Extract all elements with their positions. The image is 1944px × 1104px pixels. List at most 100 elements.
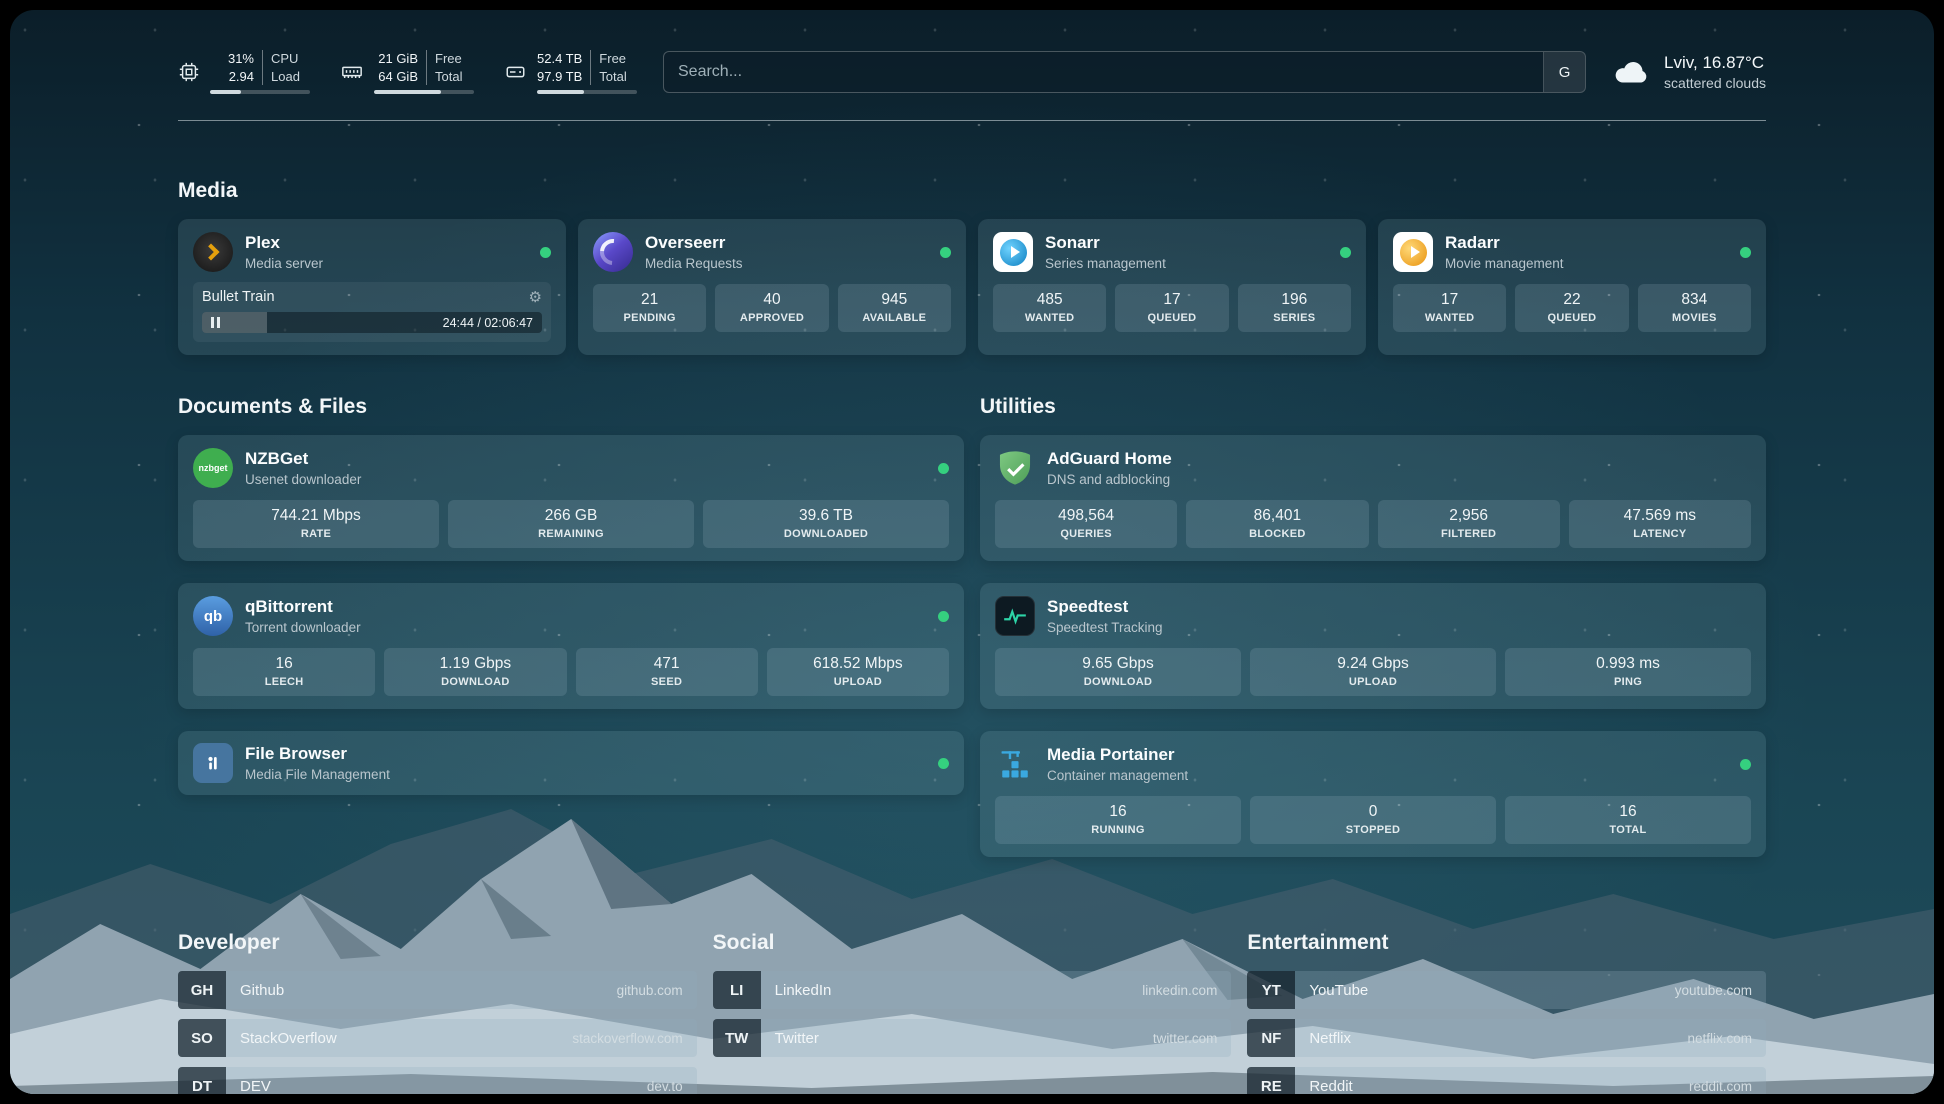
bookmark-abbr: DT bbox=[178, 1067, 226, 1094]
app-name: Sonarr bbox=[1045, 233, 1166, 253]
stat-wanted: 17 WANTED bbox=[1393, 284, 1506, 332]
stat-seed: 471 SEED bbox=[576, 648, 758, 696]
plex-now-playing: Bullet Train ⚙ 24:44 / 02:06:47 bbox=[193, 282, 551, 342]
pause-icon[interactable] bbox=[211, 317, 220, 328]
bookmark-name: StackOverflow bbox=[240, 1030, 337, 1047]
search-bar[interactable]: G bbox=[663, 51, 1586, 93]
section-title-documents: Documents & Files bbox=[178, 395, 964, 419]
settings-gear-icon[interactable]: ⚙ bbox=[529, 290, 542, 305]
app-subtitle: Torrent downloader bbox=[245, 620, 361, 635]
portainer-icon bbox=[995, 744, 1035, 784]
bookmark-youtube[interactable]: YT YouTube youtube.com bbox=[1247, 971, 1766, 1009]
cpu-widget: 31% 2.94 CPU Load bbox=[178, 50, 310, 94]
stat-wanted: 485 WANTED bbox=[993, 284, 1106, 332]
bookmark-github[interactable]: GH Github github.com bbox=[178, 971, 697, 1009]
status-dot bbox=[940, 247, 951, 258]
app-card-overseerr[interactable]: Overseerr Media Requests 21 PENDING 40 A… bbox=[578, 219, 966, 355]
app-subtitle: DNS and adblocking bbox=[1047, 472, 1172, 487]
stat-movies: 834 MOVIES bbox=[1638, 284, 1751, 332]
app-card-filebrowser[interactable]: File Browser Media File Management bbox=[178, 731, 964, 795]
disk-widget: 52.4 TB 97.9 TB Free Total bbox=[504, 50, 637, 94]
app-name: Plex bbox=[245, 233, 323, 253]
app-card-radarr[interactable]: Radarr Movie management 17 WANTED 22 QUE… bbox=[1378, 219, 1766, 355]
status-dot bbox=[540, 247, 551, 258]
stat-total: 16 TOTAL bbox=[1505, 796, 1751, 844]
bookmark-name: DEV bbox=[240, 1078, 271, 1094]
bookmark-reddit[interactable]: RE Reddit reddit.com bbox=[1247, 1067, 1766, 1094]
app-card-nzbget[interactable]: nzbget NZBGet Usenet downloader 744.21 M… bbox=[178, 435, 964, 561]
search-engine-button[interactable]: G bbox=[1543, 52, 1585, 92]
filebrowser-icon bbox=[193, 743, 233, 783]
plex-progress-bar[interactable]: 24:44 / 02:06:47 bbox=[202, 312, 542, 333]
bookmark-stackoverflow[interactable]: SO StackOverflow stackoverflow.com bbox=[178, 1019, 697, 1057]
stat-queued: 22 QUEUED bbox=[1515, 284, 1628, 332]
bookmark-abbr: YT bbox=[1247, 971, 1295, 1009]
resource-widgets: 31% 2.94 CPU Load bbox=[178, 50, 637, 94]
stat-series: 196 SERIES bbox=[1238, 284, 1351, 332]
stat-downloaded: 39.6 TB DOWNLOADED bbox=[703, 500, 949, 548]
section-title-social: Social bbox=[713, 931, 1232, 955]
cpu-label: CPU bbox=[271, 50, 300, 68]
now-playing-title: Bullet Train bbox=[202, 289, 275, 305]
section-media: Media Plex Media server Bullet Train bbox=[178, 179, 1766, 355]
weather-widget: Lviv, 16.87°C scattered clouds bbox=[1612, 53, 1766, 91]
bookmark-name: Github bbox=[240, 982, 284, 999]
bookmark-linkedin[interactable]: LI LinkedIn linkedin.com bbox=[713, 971, 1232, 1009]
stat-pending: 21 PENDING bbox=[593, 284, 706, 332]
stat-filtered: 2,956 FILTERED bbox=[1378, 500, 1560, 548]
bookmark-twitter[interactable]: TW Twitter twitter.com bbox=[713, 1019, 1232, 1057]
bookmark-dev[interactable]: DT DEV dev.to bbox=[178, 1067, 697, 1094]
app-subtitle: Media File Management bbox=[245, 767, 390, 782]
stat-blocked: 86,401 BLOCKED bbox=[1186, 500, 1368, 548]
section-utilities: Utilities AdGuard Home DNS and adblockin… bbox=[980, 395, 1766, 857]
app-card-speedtest[interactable]: Speedtest Speedtest Tracking 9.65 Gbps D… bbox=[980, 583, 1766, 709]
ram-icon bbox=[340, 61, 364, 83]
ram-total-value: 64 GiB bbox=[378, 68, 418, 86]
bookmark-url: reddit.com bbox=[1689, 1079, 1752, 1094]
ram-widget: 21 GiB 64 GiB Free Total bbox=[340, 50, 474, 94]
bookmark-url: dev.to bbox=[647, 1079, 683, 1094]
status-dot bbox=[938, 463, 949, 474]
app-name: AdGuard Home bbox=[1047, 449, 1172, 469]
overseerr-icon bbox=[593, 232, 633, 272]
stat-rate: 744.21 Mbps RATE bbox=[193, 500, 439, 548]
weather-location: Lviv, 16.87°C bbox=[1664, 53, 1766, 73]
app-name: Overseerr bbox=[645, 233, 743, 253]
bookmark-abbr: NF bbox=[1247, 1019, 1295, 1057]
app-card-portainer[interactable]: Media Portainer Container management 16 … bbox=[980, 731, 1766, 857]
radarr-icon bbox=[1393, 232, 1433, 272]
bookmark-netflix[interactable]: NF Netflix netflix.com bbox=[1247, 1019, 1766, 1057]
cpu-load-value: 2.94 bbox=[229, 68, 254, 86]
stat-upload: 9.24 Gbps UPLOAD bbox=[1250, 648, 1496, 696]
app-name: NZBGet bbox=[245, 449, 361, 469]
sonarr-icon bbox=[993, 232, 1033, 272]
disk-icon bbox=[504, 61, 527, 83]
bookmark-name: LinkedIn bbox=[775, 982, 832, 999]
status-dot bbox=[938, 611, 949, 622]
stat-download: 9.65 Gbps DOWNLOAD bbox=[995, 648, 1241, 696]
bookmark-abbr: TW bbox=[713, 1019, 761, 1057]
bookmark-abbr: RE bbox=[1247, 1067, 1295, 1094]
bookmark-abbr: LI bbox=[713, 971, 761, 1009]
nzbget-icon: nzbget bbox=[193, 448, 233, 488]
section-title-developer: Developer bbox=[178, 931, 697, 955]
app-subtitle: Media server bbox=[245, 256, 323, 271]
disk-progress-bar bbox=[537, 90, 637, 94]
app-card-adguard[interactable]: AdGuard Home DNS and adblocking 498,564 … bbox=[980, 435, 1766, 561]
section-social: Social LI LinkedIn linkedin.com TW Twitt… bbox=[713, 931, 1232, 1094]
cpu-percent: 31% bbox=[228, 50, 254, 68]
status-dot bbox=[938, 758, 949, 769]
app-card-plex[interactable]: Plex Media server Bullet Train ⚙ bbox=[178, 219, 566, 355]
plex-icon bbox=[193, 232, 233, 272]
bookmark-name: Twitter bbox=[775, 1030, 819, 1047]
cloud-icon bbox=[1612, 55, 1652, 90]
ram-total-label: Total bbox=[435, 68, 462, 86]
section-entertainment: Entertainment YT YouTube youtube.com NF … bbox=[1247, 931, 1766, 1094]
search-input[interactable] bbox=[664, 52, 1543, 92]
app-card-qbittorrent[interactable]: qb qBittorrent Torrent downloader 16 LEE… bbox=[178, 583, 964, 709]
stat-latency: 47.569 ms LATENCY bbox=[1569, 500, 1751, 548]
weather-condition: scattered clouds bbox=[1664, 75, 1766, 91]
stat-queued: 17 QUEUED bbox=[1115, 284, 1228, 332]
app-card-sonarr[interactable]: Sonarr Series management 485 WANTED 17 Q… bbox=[978, 219, 1366, 355]
bookmark-abbr: GH bbox=[178, 971, 226, 1009]
